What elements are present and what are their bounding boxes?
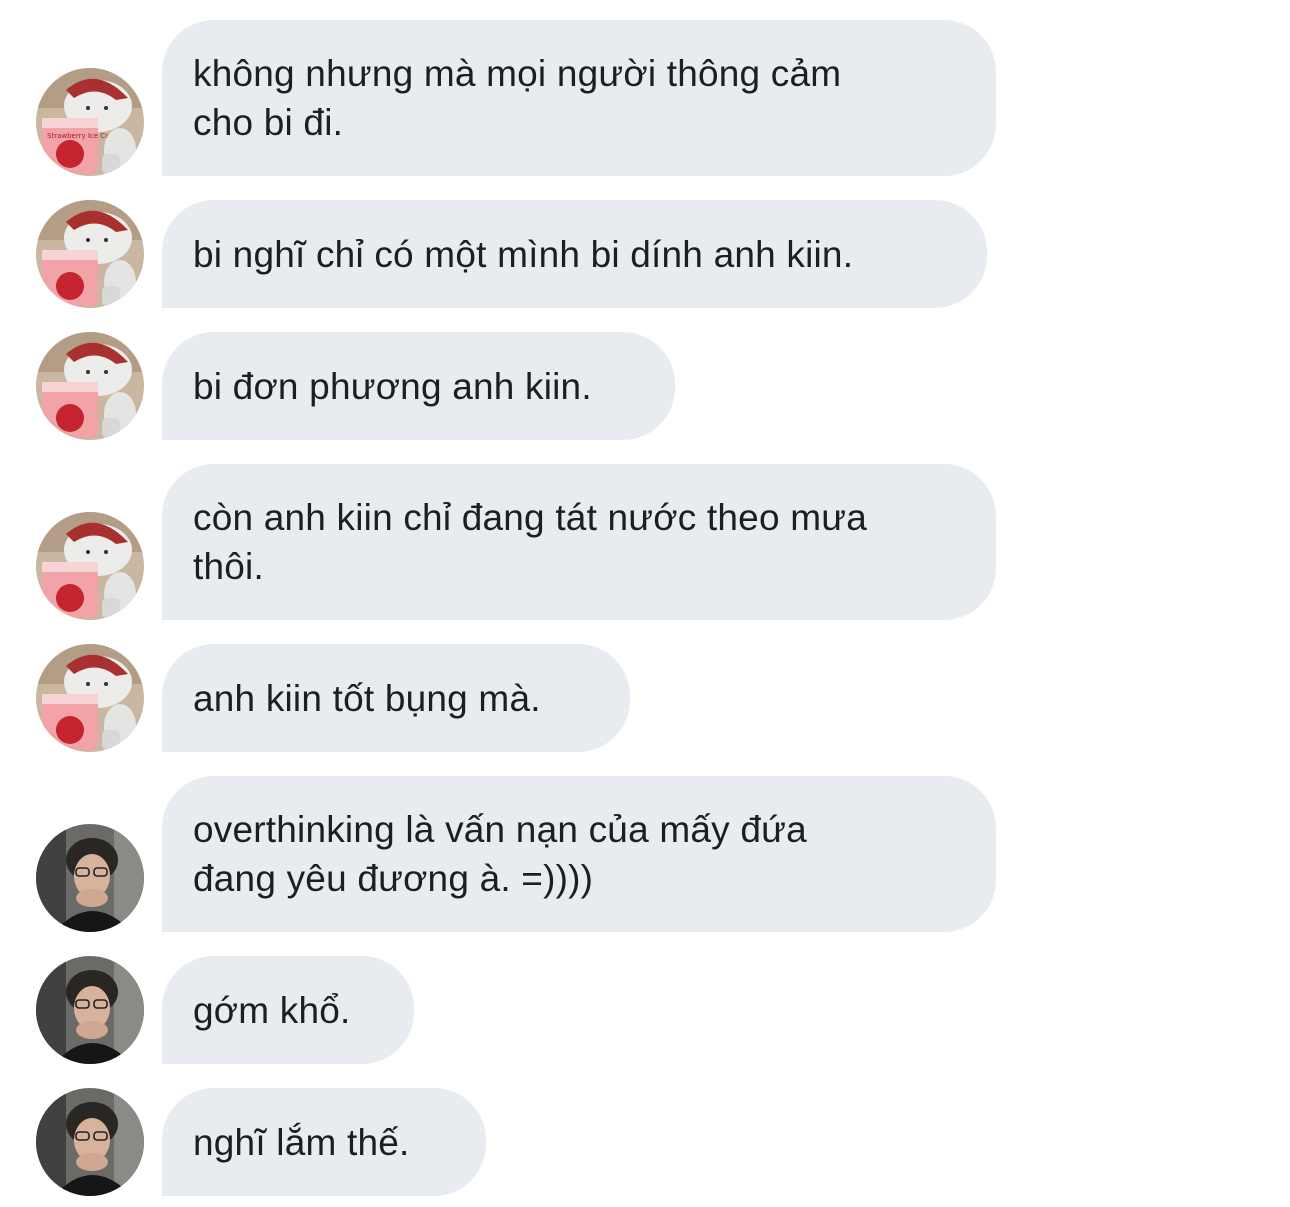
- message-text: gớm khổ.: [193, 989, 351, 1031]
- polar-bear-ice-cream-avatar-icon[interactable]: [36, 200, 144, 308]
- message-text: bi nghĩ chỉ có một mình bi dính anh kiin…: [193, 233, 854, 275]
- message-text: còn anh kiin chỉ đang tát nước theo mưa …: [193, 497, 867, 587]
- message-bubble[interactable]: nghĩ lắm thế.: [162, 1088, 486, 1196]
- message-text: không nhưng mà mọi người thông cảm cho b…: [193, 53, 842, 143]
- polar-bear-ice-cream-avatar-icon[interactable]: [36, 644, 144, 752]
- message-text: overthinking là vấn nạn của mấy đứa đang…: [193, 809, 807, 899]
- message-text: nghĩ lắm thế.: [193, 1121, 410, 1163]
- message-text: bi đơn phương anh kiin.: [193, 365, 592, 407]
- polar-bear-ice-cream-avatar-icon[interactable]: Strawberry Ice Cream: [36, 68, 144, 176]
- message-bubble[interactable]: anh kiin tốt bụng mà.: [162, 644, 630, 752]
- message-text: anh kiin tốt bụng mà.: [193, 677, 541, 719]
- message-bubble[interactable]: không nhưng mà mọi người thông cảm cho b…: [162, 20, 996, 176]
- message-bubble[interactable]: bi đơn phương anh kiin.: [162, 332, 675, 440]
- message-bubble[interactable]: overthinking là vấn nạn của mấy đứa đang…: [162, 776, 996, 932]
- polar-bear-ice-cream-avatar-icon[interactable]: [36, 332, 144, 440]
- message-bubble[interactable]: bi nghĩ chỉ có một mình bi dính anh kiin…: [162, 200, 987, 308]
- young-man-photo-avatar-icon[interactable]: [36, 824, 144, 932]
- young-man-photo-avatar-icon[interactable]: [36, 1088, 144, 1196]
- young-man-photo-avatar-icon[interactable]: [36, 956, 144, 1064]
- message-bubble[interactable]: gớm khổ.: [162, 956, 414, 1064]
- message-bubble[interactable]: còn anh kiin chỉ đang tát nước theo mưa …: [162, 464, 996, 620]
- polar-bear-ice-cream-avatar-icon[interactable]: [36, 512, 144, 620]
